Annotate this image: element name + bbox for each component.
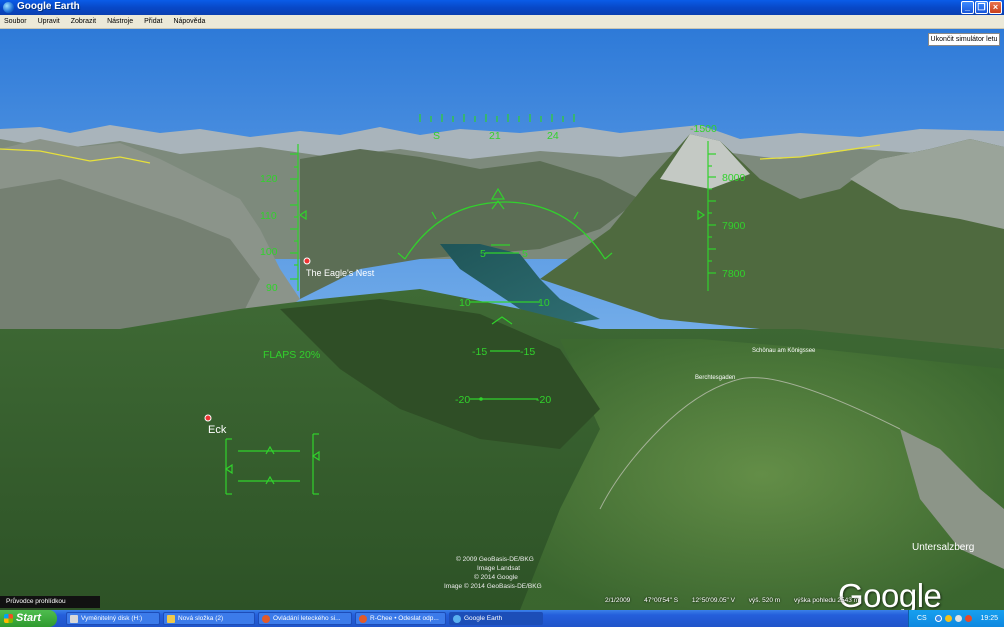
google-earth-screen: Google Earth _ ❐ × Soubor Upravit Zobraz…	[0, 0, 1004, 627]
eye-altitude: výška pohledu 2543 m	[794, 597, 860, 604]
taskbar-item-label: R-Chee • Odeslat odp...	[370, 615, 439, 622]
menu-view[interactable]: Zobrazit	[71, 18, 96, 25]
maximize-button[interactable]: ❐	[975, 1, 988, 14]
untersalzberg-label: Untersalzberg	[912, 542, 974, 553]
windows-taskbar: Start Vyměnitelný disk (H:) Nová složka …	[0, 610, 1004, 627]
taskbar-item-label: Vyměnitelný disk (H:)	[81, 615, 143, 622]
alert-icon[interactable]	[965, 615, 972, 622]
shield-icon[interactable]	[945, 615, 952, 622]
menu-tools[interactable]: Nástroje	[107, 18, 133, 25]
credit-line: © 2014 Google	[474, 573, 518, 581]
speed-label: 100	[260, 246, 278, 258]
eagles-nest-label: The Eagle's Nest	[306, 268, 375, 278]
menu-add[interactable]: Přidat	[144, 18, 162, 25]
menu-help[interactable]: Nápověda	[173, 18, 205, 25]
windows-flag-icon	[4, 614, 13, 623]
elevation: výš. 520 m	[748, 597, 781, 604]
credit-line: Image Landsat	[477, 565, 520, 572]
exit-flight-simulator-button[interactable]: Ukončit simulátor letu	[928, 33, 1000, 46]
heading-label: 24	[547, 130, 559, 142]
altitude-label: 8000	[722, 172, 746, 184]
google-earth-app-icon	[3, 2, 14, 13]
speed-label: 120	[260, 173, 278, 185]
clock[interactable]: 19:25	[980, 610, 998, 627]
pitch-label: -15	[472, 346, 487, 358]
folder-icon	[167, 615, 175, 623]
menu-bar: Soubor Upravit Zobrazit Nástroje Přidat …	[0, 15, 1004, 29]
heading-label: S	[433, 130, 440, 142]
status-bar: 2/1/2009 47°00'54" S 12°50'09.05" V výš.…	[605, 597, 1004, 608]
start-button[interactable]: Start	[0, 610, 57, 627]
taskbar-item-label: Google Earth	[464, 615, 503, 622]
pitch-label: -20	[536, 394, 551, 406]
altitude-label: 7800	[722, 268, 746, 280]
language-indicator[interactable]: CS	[917, 610, 927, 627]
minimize-button[interactable]: _	[961, 1, 974, 14]
altitude-label: 7900	[722, 220, 746, 232]
flaps-indicator: FLAPS 20%	[263, 349, 320, 361]
imagery-date: 2/1/2009	[605, 597, 631, 604]
google-earth-icon	[453, 615, 461, 623]
taskbar-item-folder[interactable]: Nová složka (2)	[163, 612, 255, 625]
pitch-label: -15	[520, 346, 535, 358]
speed-label: 110	[260, 210, 277, 222]
taskbar-item-label: Nová složka (2)	[178, 615, 224, 622]
drive-icon	[70, 615, 78, 623]
latitude: 47°00'54" S	[644, 597, 679, 604]
window-title: Google Earth	[17, 1, 80, 12]
tour-guide-button[interactable]: Průvodce prohlídkou	[0, 596, 100, 608]
taskbar-item-browser-1[interactable]: Ovládání leteckého si...	[258, 612, 352, 625]
pitch-label: 5	[522, 248, 528, 260]
taskbar-item-label: Ovládání leteckého si...	[273, 615, 341, 622]
menu-file[interactable]: Soubor	[4, 18, 27, 25]
speed-label: 90	[266, 282, 278, 294]
heading-label: 21	[489, 130, 501, 142]
browser-icon	[262, 615, 270, 623]
pitch-label: 10	[459, 297, 471, 309]
credit-line: © 2009 GeoBasis-DE/BKG	[456, 555, 534, 563]
small-place-label: Berchtesgaden	[695, 375, 735, 381]
taskbar-item-removable-disk[interactable]: Vyměnitelný disk (H:)	[66, 612, 160, 625]
start-label: Start	[16, 612, 42, 624]
credit-line: Image © 2014 GeoBasis-DE/BKG	[444, 582, 542, 590]
taskbar-item-google-earth[interactable]: Google Earth	[449, 612, 543, 625]
menu-edit[interactable]: Upravit	[38, 18, 60, 25]
taskbar-item-browser-2[interactable]: R-Chee • Odeslat odp...	[355, 612, 446, 625]
network-icon[interactable]	[935, 615, 942, 622]
speaker-icon[interactable]	[955, 615, 962, 622]
earth-3d-viewport[interactable]: The Eagle's Nest Eck Schönau am Königsse…	[0, 29, 1004, 610]
system-tray: CS 19:25	[908, 610, 1004, 627]
longitude: 12°50'09.05" V	[691, 597, 735, 604]
pitch-label: -20	[455, 394, 470, 406]
eck-label: Eck	[208, 424, 227, 436]
pitch-label: 10	[538, 297, 550, 309]
town-label: Schönau am Königssee	[752, 348, 816, 354]
browser-icon	[359, 615, 367, 623]
pitch-label: 5	[480, 248, 486, 260]
terrain-scene: The Eagle's Nest Eck Schönau am Königsse…	[0, 29, 1004, 610]
vertical-speed-label: -1500	[690, 123, 717, 135]
close-button[interactable]: ×	[989, 1, 1002, 14]
window-title-bar[interactable]: Google Earth _ ❐ ×	[0, 0, 1004, 15]
